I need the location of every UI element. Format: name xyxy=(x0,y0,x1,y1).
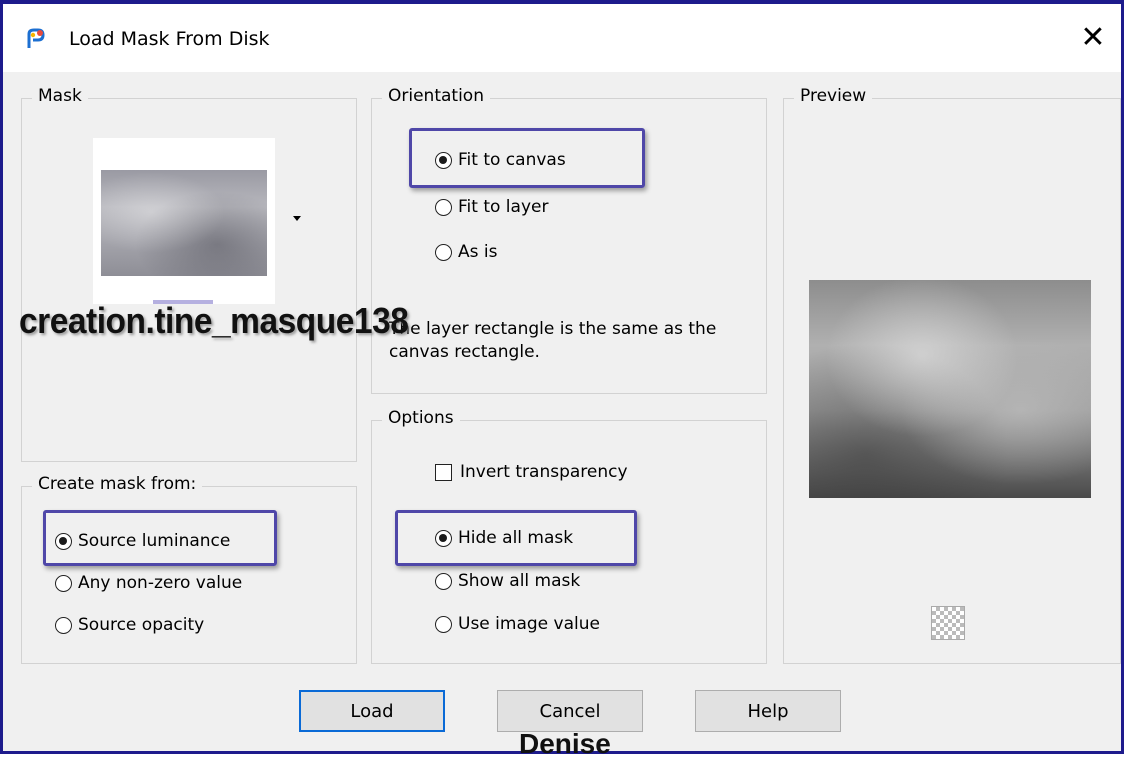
create-mask-from-legend: Create mask from: xyxy=(32,474,203,494)
checkbox-invert-transparency[interactable]: Invert transparency xyxy=(435,462,628,482)
options-legend: Options xyxy=(382,408,460,428)
mask-thumbnail-selector[interactable] xyxy=(93,138,275,304)
radio-dot-icon[interactable] xyxy=(435,243,452,261)
radio-label: Use image value xyxy=(458,614,600,634)
mask-thumbnail-image xyxy=(101,170,267,276)
radio-dot-icon[interactable] xyxy=(55,616,72,634)
chevron-down-icon[interactable] xyxy=(293,216,301,221)
orientation-description: The layer rectangle is the same as the c… xyxy=(389,319,717,362)
paintshop-pro-icon xyxy=(27,28,45,48)
radio-dot-icon[interactable] xyxy=(435,529,452,547)
radio-dot-icon[interactable] xyxy=(435,198,452,216)
mask-name-label: creation.tine_masque138 xyxy=(19,300,409,341)
radio-fit-to-layer[interactable]: Fit to layer xyxy=(435,197,548,217)
close-icon[interactable]: ✕ xyxy=(1073,18,1113,58)
radio-source-luminance[interactable]: Source luminance xyxy=(55,531,230,551)
radio-label: Fit to canvas xyxy=(458,150,566,170)
load-button[interactable]: Load xyxy=(299,690,445,732)
radio-any-non-zero-value[interactable]: Any non-zero value xyxy=(55,573,242,593)
help-button[interactable]: Help xyxy=(695,690,841,732)
radio-fit-to-canvas[interactable]: Fit to canvas xyxy=(435,150,566,170)
radio-as-is[interactable]: As is xyxy=(435,242,497,262)
radio-dot-icon[interactable] xyxy=(55,574,72,592)
mask-legend: Mask xyxy=(32,86,88,106)
transparency-toggle-icon[interactable] xyxy=(931,606,965,640)
preview-image xyxy=(809,280,1091,498)
checkbox-box-icon[interactable] xyxy=(435,463,452,481)
radio-dot-icon[interactable] xyxy=(435,572,452,590)
window-title: Load Mask From Disk xyxy=(69,28,270,50)
radio-source-opacity[interactable]: Source opacity xyxy=(55,615,204,635)
radio-label: As is xyxy=(458,242,498,262)
radio-show-all-mask[interactable]: Show all mask xyxy=(435,571,580,591)
radio-hide-all-mask[interactable]: Hide all mask xyxy=(435,528,573,548)
radio-label: Hide all mask xyxy=(458,528,574,548)
radio-label: Show all mask xyxy=(458,571,581,591)
signature-text: Denise xyxy=(519,728,611,759)
radio-label: Fit to layer xyxy=(458,197,549,217)
radio-dot-icon[interactable] xyxy=(435,151,452,169)
radio-label: Source luminance xyxy=(78,531,231,551)
orientation-legend: Orientation xyxy=(382,86,490,106)
radio-dot-icon[interactable] xyxy=(435,615,452,633)
radio-label: Source opacity xyxy=(78,615,205,635)
title-bar: Load Mask From Disk ✕ xyxy=(3,4,1121,72)
radio-label: Any non-zero value xyxy=(78,573,243,593)
radio-dot-icon[interactable] xyxy=(55,532,72,550)
preview-legend: Preview xyxy=(794,86,873,106)
checkbox-label: Invert transparency xyxy=(460,462,628,482)
cancel-button[interactable]: Cancel xyxy=(497,690,643,732)
radio-use-image-value[interactable]: Use image value xyxy=(435,614,600,634)
dialog-window: Load Mask From Disk ✕ Mask Create mask f… xyxy=(0,0,1124,759)
